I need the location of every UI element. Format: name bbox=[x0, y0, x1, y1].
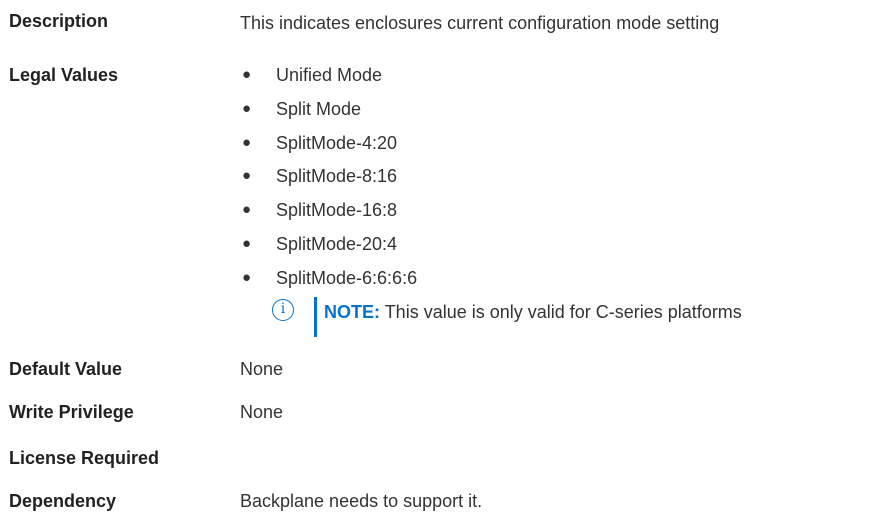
note-text: NOTE: This value is only valid for C-ser… bbox=[324, 301, 742, 323]
write-privilege-label: Write Privilege bbox=[9, 402, 134, 422]
license-required-label: License Required bbox=[9, 448, 160, 468]
bullet-icon: ● bbox=[242, 234, 252, 252]
note-label: NOTE: bbox=[324, 302, 380, 322]
list-item: ● SplitMode-20:4 bbox=[240, 233, 417, 267]
write-privilege-value: None bbox=[240, 402, 284, 422]
dependency-label: Dependency bbox=[9, 491, 117, 511]
list-item: ● SplitMode-16:8 bbox=[240, 199, 417, 233]
description-value: This indicates enclosures current config… bbox=[240, 13, 720, 33]
legal-values-label: Legal Values bbox=[9, 65, 119, 85]
list-item: ● SplitMode-4:20 bbox=[240, 132, 417, 166]
note-divider bbox=[314, 297, 317, 337]
bullet-icon: ● bbox=[242, 133, 252, 151]
note-body: This value is only valid for C-series pl… bbox=[384, 302, 742, 322]
legal-value-text: Unified Mode bbox=[276, 65, 383, 85]
list-item: ● Split Mode bbox=[240, 98, 417, 132]
legal-values-list: ● Unified Mode ● Split Mode ● SplitMode-4:2… bbox=[240, 64, 417, 301]
description-label: Description bbox=[9, 11, 109, 31]
legal-value-text: SplitMode-4:20 bbox=[276, 132, 398, 153]
bullet-icon: ● bbox=[242, 167, 252, 185]
info-icon: i bbox=[272, 299, 294, 321]
dependency-value: Backplane needs to support it. bbox=[240, 491, 483, 511]
list-item: ● SplitMode-6:6:6:6 bbox=[240, 267, 417, 301]
legal-value-text: Split Mode bbox=[276, 98, 362, 119]
bullet-icon: ● bbox=[242, 66, 252, 83]
bullet-icon: ● bbox=[242, 268, 252, 286]
legal-value-text: SplitMode-8:16 bbox=[276, 166, 398, 187]
bullet-icon: ● bbox=[242, 201, 252, 219]
legal-value-text: SplitMode-16:8 bbox=[276, 200, 398, 221]
default-value-label: Default Value bbox=[9, 359, 123, 379]
legal-value-text: SplitMode-6:6:6:6 bbox=[276, 267, 418, 288]
list-item: ● SplitMode-8:16 bbox=[240, 165, 417, 199]
default-value-value: None bbox=[240, 359, 284, 379]
list-item: ● Unified Mode bbox=[240, 64, 417, 98]
bullet-icon: ● bbox=[242, 99, 252, 117]
legal-value-text: SplitMode-20:4 bbox=[276, 233, 398, 254]
